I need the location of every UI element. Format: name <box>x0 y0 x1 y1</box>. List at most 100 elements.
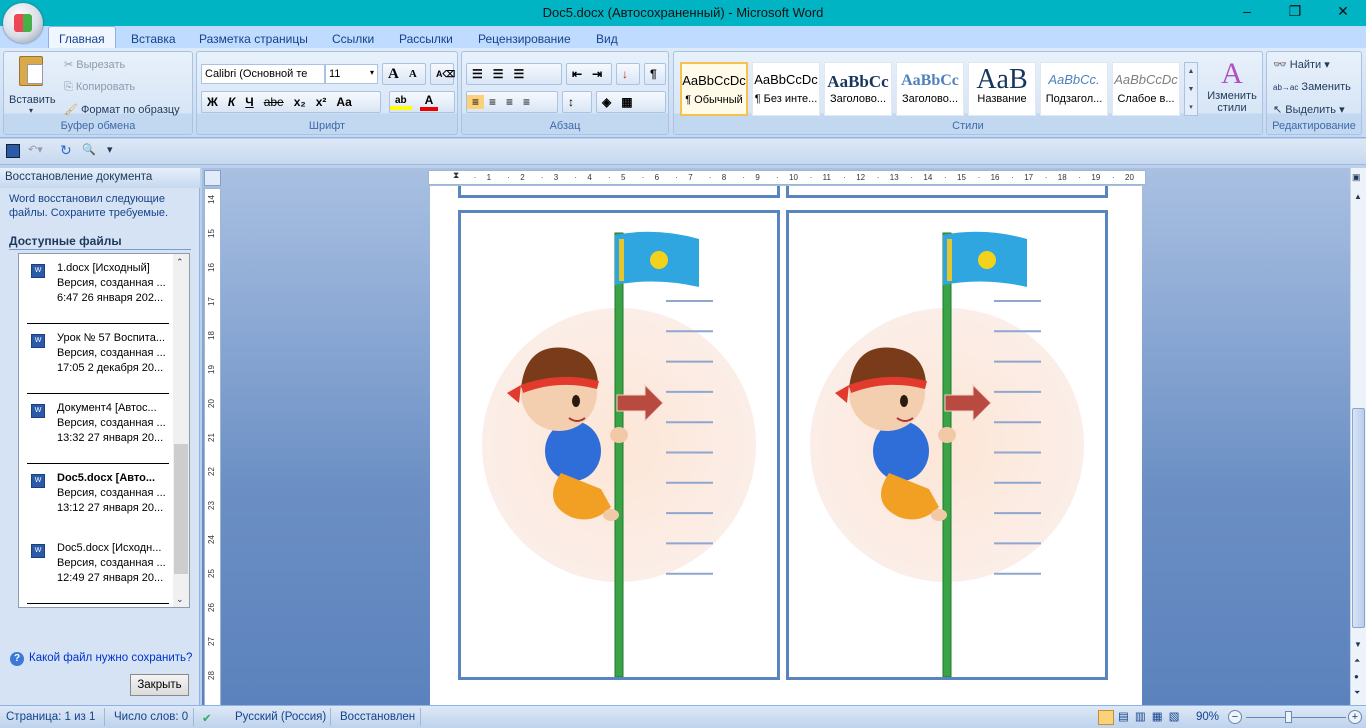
grow-font-button[interactable]: A <box>383 66 404 83</box>
tab-home[interactable]: Главная <box>48 26 116 48</box>
recovered-file-item[interactable]: W Doc5.docx [Исходн... Версия, созданная .… <box>27 534 169 604</box>
scroll-up-icon[interactable]: ⌃ <box>176 257 184 268</box>
select-button[interactable]: ↖ Выделить ▾ <box>1273 103 1345 116</box>
change-styles-button[interactable]: A Изменить стили <box>1202 58 1262 115</box>
zoom-slider[interactable] <box>1246 717 1346 718</box>
word-count[interactable]: Число слов: 0 <box>114 711 188 723</box>
scroll-down-icon[interactable]: ▼ <box>1354 640 1362 649</box>
undo-icon[interactable]: ↶▾ <box>28 143 43 156</box>
subscript-button[interactable]: x₂ <box>289 95 311 109</box>
clear-formatting-button[interactable]: A⌫ <box>430 63 455 85</box>
change-case-button[interactable]: Aa <box>331 95 356 109</box>
font-name-select[interactable]: Calibri (Основной те <box>201 64 325 84</box>
vertical-scrollbar[interactable]: ▣ ▲ ▼ ⏶ ● ⏷ <box>1350 168 1366 705</box>
office-button[interactable] <box>3 3 43 43</box>
tab-mailings[interactable]: Рассылки <box>389 30 463 48</box>
justify-icon[interactable]: ≡ <box>518 95 535 109</box>
tab-view[interactable]: Вид <box>586 30 628 48</box>
strikethrough-button[interactable]: abe <box>259 95 289 109</box>
align-center-icon[interactable]: ≡ <box>484 95 501 109</box>
format-painter-button[interactable]: 🖌 Формат по образцу <box>64 103 180 116</box>
style-1[interactable]: AaBbCcDc ¶ Без инте... <box>752 62 820 116</box>
redo-icon[interactable]: ↻ <box>60 142 72 159</box>
tab-insert[interactable]: Вставка <box>121 30 186 48</box>
bullets-icon[interactable]: ☰ <box>467 67 488 81</box>
zoom-level[interactable]: 90% <box>1196 711 1219 723</box>
cut-button[interactable]: ✂ Вырезать <box>64 58 125 71</box>
underline-button[interactable]: Ч <box>240 95 258 109</box>
tab-references[interactable]: Ссылки <box>322 30 384 48</box>
indent-buttons: ⇤ ⇥ <box>566 63 612 85</box>
style-3[interactable]: AaBbCc Заголово... <box>896 62 964 116</box>
customize-qat-icon[interactable]: ▾ <box>107 143 113 156</box>
bold-button[interactable]: Ж <box>202 95 223 109</box>
zoom-slider-thumb[interactable] <box>1285 711 1292 723</box>
shrink-font-button[interactable]: A <box>404 68 422 80</box>
recovered-file-item[interactable]: W Урок № 57 Воспита... Версия, созданная .… <box>27 324 169 394</box>
print-layout-view-icon[interactable] <box>1098 710 1114 725</box>
scroll-down-icon[interactable]: ⌄ <box>176 594 184 605</box>
paste-button[interactable]: Вставить ▾ <box>9 56 56 126</box>
style-6[interactable]: AaBbCcDc Слабое в... <box>1112 62 1180 116</box>
font-color-icon[interactable]: A <box>419 93 439 111</box>
tab-selector[interactable] <box>204 170 221 186</box>
style-4[interactable]: AaB Название <box>968 62 1036 116</box>
align-right-icon[interactable]: ≡ <box>501 95 518 109</box>
tab-review[interactable]: Рецензирование <box>468 30 581 48</box>
zoom-out-icon[interactable]: − <box>1228 710 1242 724</box>
list-buttons: ☰ ☰ ☰ <box>466 63 562 85</box>
superscript-button[interactable]: x² <box>311 95 332 109</box>
styles-scroll[interactable]: ▲ ▼ ▾ <box>1184 62 1198 116</box>
borders-icon[interactable]: ▦ <box>616 95 637 109</box>
print-preview-icon[interactable]: 🔍 <box>82 143 96 156</box>
help-label: Какой файл нужно сохранить? <box>29 652 193 664</box>
indent-marker-icon[interactable]: ⧗ <box>453 170 459 181</box>
align-left-icon[interactable]: ≡ <box>467 95 485 109</box>
numbering-icon[interactable]: ☰ <box>488 67 509 81</box>
maximize-button[interactable]: ❐ <box>1280 3 1310 21</box>
tab-page-layout[interactable]: Разметка страницы <box>189 30 318 48</box>
find-button[interactable]: 👓 Найти ▾ <box>1273 58 1330 71</box>
proofing-icon[interactable]: ✔ <box>202 711 212 725</box>
replace-button[interactable]: ab→ac Заменить <box>1273 81 1351 93</box>
language[interactable]: Русский (Россия) <box>235 711 326 723</box>
line-spacing-button[interactable]: ↕ <box>562 91 592 113</box>
close-pane-button[interactable]: Закрыть <box>130 674 189 696</box>
file-list-scrollbar[interactable]: ⌃ ⌄ <box>173 254 189 607</box>
help-link[interactable]: ? Какой файл нужно сохранить? <box>10 652 192 666</box>
font-size-select[interactable]: 11 ▾ <box>325 64 378 84</box>
next-page-icon[interactable]: ⏷ <box>1354 688 1360 698</box>
minimize-button[interactable]: – <box>1232 3 1262 21</box>
italic-button[interactable]: К <box>223 95 240 109</box>
sort-button[interactable]: ↓ <box>616 63 640 85</box>
show-marks-button[interactable]: ¶ <box>644 63 666 85</box>
shading-icon[interactable]: ◈ <box>597 95 616 109</box>
highlight-icon[interactable]: ab <box>390 95 412 110</box>
zoom-in-icon[interactable]: + <box>1348 710 1362 724</box>
scroll-up-icon[interactable]: ▲ <box>1354 192 1362 201</box>
ruler-tick: 19 <box>1091 173 1101 182</box>
vertical-ruler[interactable]: 14 15 16 17 18 19 20 21 22 23 24 25 26 27 28 <box>204 188 221 705</box>
page-count[interactable]: Страница: 1 из 1 <box>6 711 95 723</box>
recovered-file-item[interactable]: W Doc5.docx [Авто... Версия, созданная ...… <box>27 464 169 534</box>
browse-object-icon[interactable]: ● <box>1354 672 1359 681</box>
copy-button[interactable]: ⎘ Копировать <box>64 81 135 94</box>
scroll-thumb[interactable] <box>1352 408 1365 628</box>
recovered-file-item[interactable]: W Документ4 [Автос... Версия, созданная ..… <box>27 394 169 464</box>
scroll-thumb[interactable] <box>174 444 188 574</box>
view-buttons-icon[interactable]: ▤▥▦▧ <box>1118 709 1185 723</box>
ruler-tick: 13 <box>889 173 899 182</box>
horizontal-ruler[interactable]: 1 · 2 · 3 · 4 · 5 · 6 · 7 · 8 · 9 · 10 · 11 · 12 · 13 · 14 · 15 · 16 · 1… <box>428 170 1146 185</box>
increase-indent-icon[interactable]: ⇥ <box>587 67 607 81</box>
close-window-button[interactable]: ✕ <box>1328 3 1358 21</box>
multilevel-list-icon[interactable]: ☰ <box>509 67 530 81</box>
ruler-toggle-icon[interactable]: ▣ <box>1352 172 1361 183</box>
style-2[interactable]: AaBbCc Заголово... <box>824 62 892 116</box>
style-0[interactable]: AaBbCcDc ¶ Обычный <box>680 62 748 116</box>
decrease-indent-icon[interactable]: ⇤ <box>567 67 587 81</box>
document-page[interactable] <box>430 186 1142 705</box>
save-icon[interactable] <box>6 144 20 158</box>
style-5[interactable]: AaBbCc. Подзагол... <box>1040 62 1108 116</box>
previous-page-icon[interactable]: ⏶ <box>1354 656 1360 666</box>
recovered-file-item[interactable]: W 1.docx [Исходный] Версия, созданная ... 6… <box>27 254 169 324</box>
